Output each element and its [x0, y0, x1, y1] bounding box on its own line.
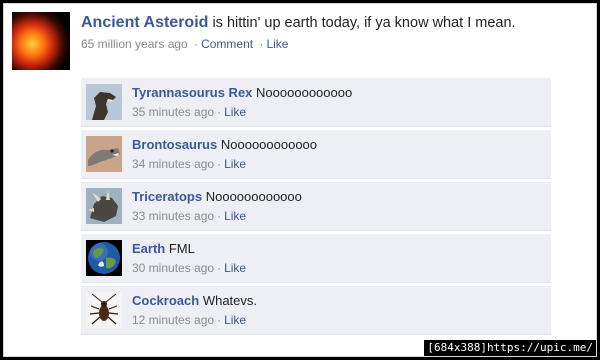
comment-meta: 33 minutes ago · Like	[132, 209, 547, 223]
comment-timestamp: 12 minutes ago	[132, 313, 215, 327]
cockroach-icon[interactable]	[86, 292, 122, 328]
meta-separator: ·	[217, 105, 222, 119]
post-author-link[interactable]: Ancient Asteroid	[81, 14, 208, 31]
comment-message: Noooooooooooo	[205, 189, 302, 204]
t-rex-avatar-icon[interactable]	[86, 84, 122, 120]
comment-meta: 12 minutes ago · Like	[132, 313, 547, 327]
brontosaurus-avatar-icon[interactable]	[86, 136, 122, 172]
comment-timestamp: 33 minutes ago	[132, 209, 215, 223]
meta-separator: ·	[217, 209, 222, 223]
comment-line: Triceratops Noooooooooooo	[132, 189, 547, 205]
comment-timestamp: 34 minutes ago	[132, 157, 215, 171]
post-body: Ancient Asteroid is hittin' up earth tod…	[81, 14, 588, 51]
comment-item: Brontosaurus Noooooooooooo 34 minutes ag…	[81, 130, 551, 179]
comment-timestamp: 30 minutes ago	[132, 261, 215, 275]
comment-meta: 30 minutes ago · Like	[132, 261, 547, 275]
comment-text-block: Brontosaurus Noooooooooooo 34 minutes ag…	[132, 137, 547, 171]
comment-item: Earth FML 30 minutes ago · Like	[81, 234, 551, 283]
comment-message: Noooooooooooo	[220, 137, 318, 152]
earth-globe-icon[interactable]	[86, 240, 122, 276]
meta-separator: ·	[217, 261, 222, 275]
post-line: Ancient Asteroid is hittin' up earth tod…	[81, 14, 588, 32]
meta-separator: ·	[217, 313, 222, 327]
comment-text-block: Triceratops Noooooooooooo 33 minutes ago…	[132, 189, 547, 223]
commenter-name-link[interactable]: Brontosaurus	[132, 137, 217, 152]
comment-like-link[interactable]: Like	[224, 261, 246, 275]
comment-item: Tyrannasourus Rex Noooooooooooo 35 minut…	[81, 78, 551, 127]
comment-message: Noooooooooooo	[256, 85, 353, 100]
post-meta: 65 million years ago · Comment · Like	[81, 37, 588, 51]
meta-separator: ·	[259, 37, 264, 51]
commenter-name-link[interactable]: Earth	[132, 241, 165, 256]
comment-meta: 35 minutes ago · Like	[132, 105, 547, 119]
comment-timestamp: 35 minutes ago	[132, 105, 215, 119]
comment-line: Brontosaurus Noooooooooooo	[132, 137, 547, 153]
comment-message: FML	[168, 241, 195, 256]
meta-separator: ·	[217, 157, 222, 171]
comment-line: Earth FML	[132, 241, 547, 257]
comment-text-block: Earth FML 30 minutes ago · Like	[132, 241, 547, 275]
comment-line: Tyrannasourus Rex Noooooooooooo	[132, 85, 547, 101]
post-text: is hittin' up earth today, if ya know wh…	[212, 15, 516, 31]
comment-meta: 34 minutes ago · Like	[132, 157, 547, 171]
commenter-name-link[interactable]: Cockroach	[132, 293, 199, 308]
comment-like-link[interactable]: Like	[224, 209, 246, 223]
like-link[interactable]: Like	[266, 37, 288, 51]
asteroid-avatar-icon[interactable]	[12, 12, 70, 70]
comment-text-block: Tyrannasourus Rex Noooooooooooo 35 minut…	[132, 85, 547, 119]
comment-message: Whatevs.	[202, 293, 258, 308]
comment-link[interactable]: Comment	[201, 37, 253, 51]
comment-like-link[interactable]: Like	[224, 105, 246, 119]
comment-item: Triceratops Noooooooooooo 33 minutes ago…	[81, 182, 551, 231]
comment-like-link[interactable]: Like	[224, 313, 246, 327]
comment-text-block: Cockroach Whatevs. 12 minutes ago · Like	[132, 293, 547, 327]
commenter-name-link[interactable]: Tyrannasourus Rex	[132, 85, 252, 100]
watermark-label: [684x388]https://upic.me/	[424, 340, 596, 356]
triceratops-avatar-icon[interactable]	[86, 188, 122, 224]
commenter-name-link[interactable]: Triceratops	[132, 189, 202, 204]
comment-item: Cockroach Whatevs. 12 minutes ago · Like	[81, 286, 551, 335]
comment-like-link[interactable]: Like	[224, 157, 246, 171]
post-timestamp: 65 million years ago	[81, 37, 188, 51]
screenshot-frame: Ancient Asteroid is hittin' up earth tod…	[3, 3, 597, 357]
comment-line: Cockroach Whatevs.	[132, 293, 547, 309]
comment-list: Tyrannasourus Rex Noooooooooooo 35 minut…	[81, 78, 551, 338]
meta-separator: ·	[194, 37, 199, 51]
